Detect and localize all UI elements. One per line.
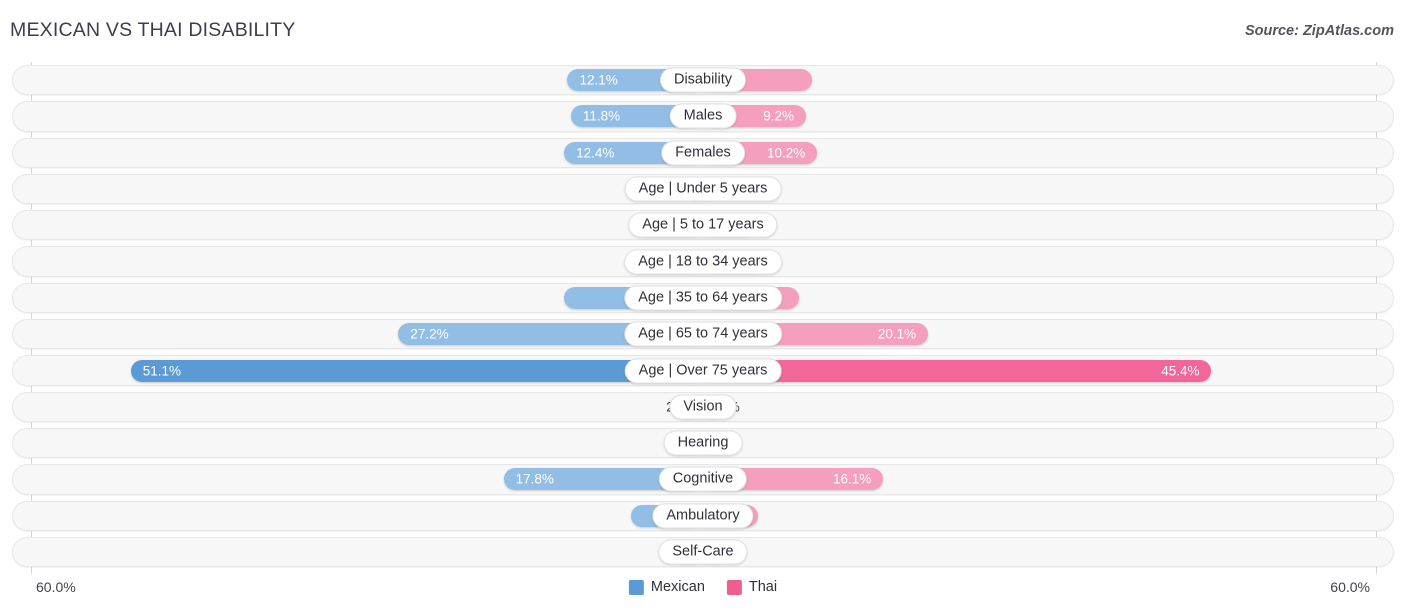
chart-row: 17.8% 16.1% Cognitive: [0, 461, 1406, 497]
chart-row: 2.7%2.1%Self-Care: [0, 534, 1406, 570]
category-label: Age | Under 5 years: [624, 176, 782, 202]
axis-label-right: 60.0%: [1330, 579, 1370, 595]
chart-row: 6.8%5.6%Age | 18 to 34 years: [0, 243, 1406, 279]
chart-page: MEXICAN VS THAI DISABILITY Source: ZipAt…: [0, 0, 1406, 612]
page-title: MEXICAN VS THAI DISABILITY: [10, 19, 296, 41]
bar-value-right: 20.1%: [877, 326, 917, 342]
chart-row: 12.4%8.6%Age | 35 to 64 years: [0, 280, 1406, 316]
category-label: Age | 35 to 64 years: [624, 285, 782, 311]
bar-value-left: 12.1%: [579, 72, 618, 88]
bar-value-left: 51.1%: [142, 363, 181, 379]
legend-item[interactable]: Thai: [726, 579, 778, 595]
legend-swatch-icon: [726, 579, 742, 595]
legend-swatch-icon: [628, 579, 644, 595]
chart-row: 27.2% 20.1% Age | 65 to 74 years: [0, 316, 1406, 352]
chart-footer: 60.0% 60.0% Mexican Thai: [0, 576, 1406, 612]
chart-legend: Mexican Thai: [628, 579, 778, 595]
bar-value-right: 45.4%: [1161, 363, 1200, 379]
bar-value-left: 27.2%: [410, 326, 449, 342]
bar-value-left: 11.8%: [582, 108, 621, 124]
chart-plot-area: 12.1%9.7%Disability 11.8% 9.2% Males 12.4% 10…: [0, 62, 1406, 574]
category-label: Vision: [669, 394, 737, 420]
bar-value-right: 16.1%: [833, 471, 872, 487]
category-label: Age | 5 to 17 years: [628, 212, 778, 238]
chart-row: 5.8%4.7%Age | 5 to 17 years: [0, 207, 1406, 243]
category-label: Age | 65 to 74 years: [624, 321, 782, 347]
category-label: Age | 18 to 34 years: [624, 249, 782, 275]
category-label: Hearing: [663, 430, 743, 456]
chart-row: 12.1%9.7%Disability: [0, 62, 1406, 98]
bar-value-right: 9.2%: [763, 108, 795, 124]
chart-row: 51.1% 45.4% Age | Over 75 years: [0, 352, 1406, 388]
category-label: Ambulatory: [652, 503, 754, 529]
chart-row: 1.3%1.1%Age | Under 5 years: [0, 171, 1406, 207]
category-label: Age | Over 75 years: [624, 358, 782, 384]
legend-label: Thai: [748, 579, 778, 595]
chart-rows: 12.1%9.7%Disability 11.8% 9.2% Males 12.4% 10…: [0, 62, 1406, 570]
bar-left-mexican[interactable]: 51.1%: [130, 359, 703, 382]
category-label: Disability: [659, 67, 747, 93]
category-label: Cognitive: [658, 466, 748, 492]
chart-row: 11.8% 9.2% Males: [0, 98, 1406, 134]
bar-value-left: 17.8%: [515, 471, 554, 487]
chart-row: 12.4% 10.2% Females: [0, 135, 1406, 171]
bar-value-right: 10.2%: [766, 145, 806, 161]
legend-label: Mexican: [650, 579, 705, 595]
legend-item[interactable]: Mexican: [628, 579, 705, 595]
category-label: Self-Care: [658, 539, 748, 565]
axis-label-left: 60.0%: [36, 579, 76, 595]
bar-value-left: 12.4%: [576, 145, 615, 161]
category-label: Males: [669, 103, 737, 129]
source-attribution: Source: ZipAtlas.com: [1244, 23, 1394, 39]
category-label: Females: [661, 140, 745, 166]
chart-row: 3.2%2.5%Hearing: [0, 425, 1406, 461]
chart-row: 2.5%1.7%Vision: [0, 389, 1406, 425]
chart-row: 6.4%4.9%Ambulatory: [0, 498, 1406, 534]
